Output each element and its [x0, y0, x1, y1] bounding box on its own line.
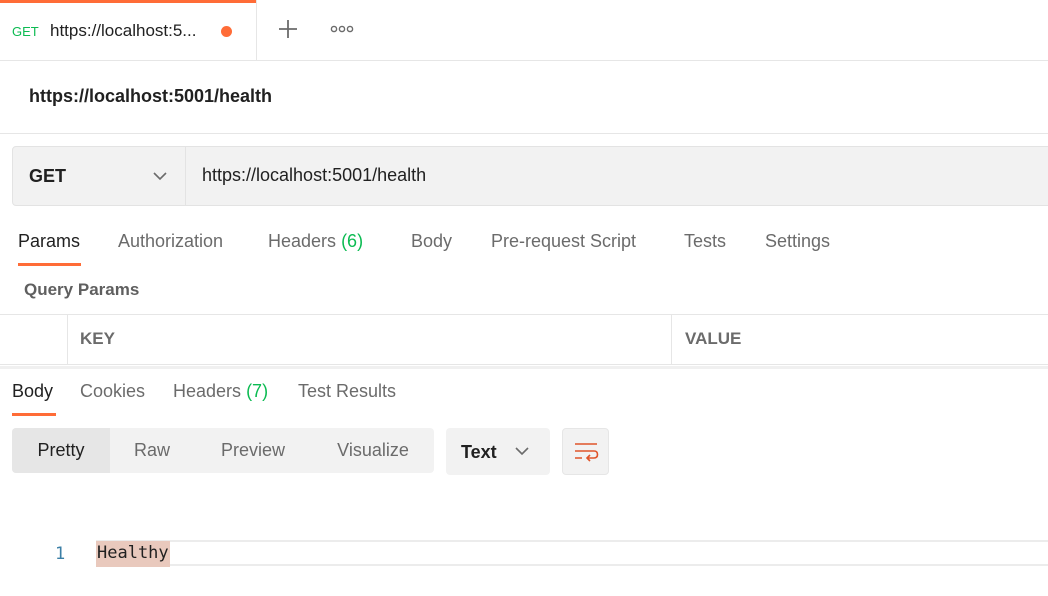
- pane-splitter[interactable]: [0, 366, 1048, 369]
- response-editor[interactable]: [96, 540, 1048, 566]
- divider: [0, 133, 1048, 134]
- response-tab-body[interactable]: Body: [12, 381, 53, 402]
- wrap-lines-icon: [574, 442, 598, 462]
- response-tab-cookies[interactable]: Cookies: [80, 381, 145, 402]
- more-tabs-button[interactable]: [324, 11, 360, 47]
- headers-count: (6): [341, 231, 364, 251]
- response-headers-count: (7): [246, 381, 269, 401]
- query-params-title: Query Params: [24, 280, 140, 299]
- tab-settings[interactable]: Settings: [765, 231, 830, 252]
- active-response-tab-indicator: [12, 413, 56, 416]
- format-label: Text: [461, 442, 497, 462]
- response-tab-headers[interactable]: Headers (7): [173, 381, 268, 402]
- chevron-down-icon: [153, 172, 167, 181]
- plus-icon: [279, 20, 297, 38]
- method-select[interactable]: GET: [12, 146, 186, 206]
- tab-headers[interactable]: Headers (6): [268, 231, 363, 252]
- table-border: [0, 314, 1048, 315]
- method-label: GET: [29, 166, 67, 186]
- url-input[interactable]: https://localhost:5001/health: [202, 165, 426, 186]
- request-tab[interactable]: GET https://localhost:5...: [0, 0, 257, 60]
- response-body-text[interactable]: Healthy: [96, 541, 170, 567]
- view-pretty-button[interactable]: Pretty: [12, 428, 110, 473]
- response-headers-label: Headers: [173, 381, 242, 401]
- column-header-key: KEY: [80, 329, 115, 348]
- ellipsis-icon: [330, 25, 354, 33]
- view-preview-button[interactable]: Preview: [194, 428, 312, 473]
- chevron-down-icon: [515, 447, 529, 456]
- tab-pre-request-script[interactable]: Pre-request Script: [491, 231, 636, 252]
- tab-params[interactable]: Params: [18, 231, 80, 252]
- request-name[interactable]: https://localhost:5001/health: [29, 86, 272, 107]
- tab-tests[interactable]: Tests: [684, 231, 726, 252]
- format-select[interactable]: Text: [446, 428, 550, 475]
- response-tab-test-results[interactable]: Test Results: [298, 381, 396, 402]
- tab-title: https://localhost:5...: [50, 21, 197, 40]
- view-raw-button[interactable]: Raw: [110, 428, 194, 473]
- new-tab-button[interactable]: [270, 11, 306, 47]
- tab-headers-label: Headers: [268, 231, 337, 251]
- view-mode-toggle: Pretty Raw Preview Visualize: [12, 428, 434, 473]
- line-number: 1: [55, 544, 66, 564]
- table-border: [0, 364, 1048, 365]
- active-tab-indicator: [18, 263, 81, 266]
- unsaved-dot-icon: [221, 26, 232, 37]
- wrap-lines-button[interactable]: [562, 428, 609, 475]
- tab-authorization[interactable]: Authorization: [118, 231, 223, 252]
- tab-body[interactable]: Body: [411, 231, 452, 252]
- column-divider: [67, 314, 68, 364]
- tab-method: GET: [12, 24, 39, 39]
- view-visualize-button[interactable]: Visualize: [312, 428, 434, 473]
- column-header-value: VALUE: [685, 329, 742, 348]
- column-divider: [671, 314, 672, 364]
